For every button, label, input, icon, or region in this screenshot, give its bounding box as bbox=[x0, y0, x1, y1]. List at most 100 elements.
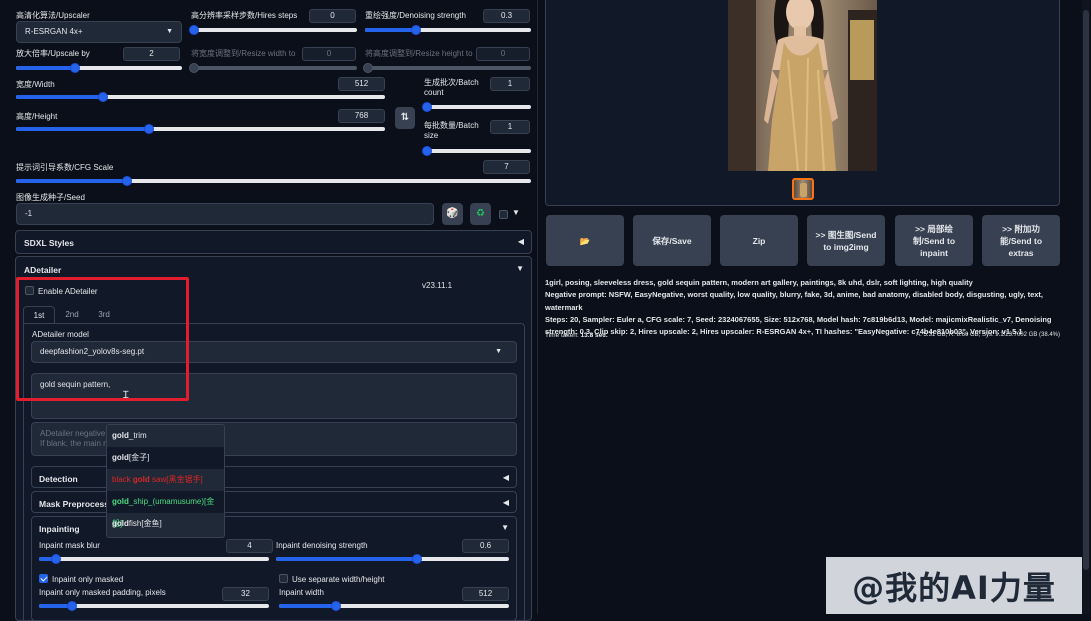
autocomplete-item[interactable]: goldfish[金鱼] bbox=[107, 513, 224, 535]
width-slider[interactable] bbox=[16, 92, 385, 102]
mask-blur-slider[interactable] bbox=[39, 554, 269, 564]
batch-count-label: 生成批次/Batch count bbox=[424, 78, 479, 97]
height-label: 高度/Height bbox=[16, 112, 58, 121]
padding-input[interactable]: 32 bbox=[222, 587, 269, 601]
chevron-down-icon[interactable]: ▼ bbox=[516, 264, 524, 273]
info-prompt: 1girl, posing, sleeveless dress, gold se… bbox=[545, 278, 973, 287]
separate-wh-checkbox[interactable] bbox=[279, 574, 288, 583]
hires-steps-input[interactable]: 0 bbox=[309, 9, 356, 23]
detection-title: Detection bbox=[39, 474, 78, 484]
cfg-input[interactable]: 7 bbox=[483, 160, 530, 174]
mask-blur-input[interactable]: 4 bbox=[226, 539, 273, 553]
generation-info: 1girl, posing, sleeveless dress, gold se… bbox=[545, 277, 1060, 338]
sdxl-styles-title: SDXL Styles bbox=[24, 238, 74, 248]
hires-steps-label: 高分辨率采样步数/Hires steps bbox=[191, 11, 298, 20]
padding-label: Inpaint only masked padding, pixels bbox=[39, 588, 166, 597]
resize-width-label: 将宽度调整到/Resize width to bbox=[191, 49, 296, 58]
extra-seed-toggle-icon[interactable]: ▼ bbox=[512, 208, 520, 217]
batch-count-input[interactable]: 1 bbox=[490, 77, 530, 91]
seed-value: -1 bbox=[25, 209, 33, 218]
upscale-by-slider[interactable] bbox=[16, 63, 182, 73]
inpaint-width-input[interactable]: 512 bbox=[462, 587, 509, 601]
watermark: @我的AI力量 bbox=[826, 557, 1082, 614]
padding-slider[interactable] bbox=[39, 601, 269, 611]
batch-size-label: 每批数量/Batch size bbox=[424, 121, 479, 140]
height-input[interactable]: 768 bbox=[338, 109, 385, 123]
open-folder-button[interactable]: 📂 bbox=[546, 215, 624, 266]
extra-seed-checkbox[interactable] bbox=[499, 210, 508, 219]
dice-icon: 🎲 bbox=[446, 208, 459, 219]
time-value: 13.8 sec. bbox=[580, 332, 608, 339]
mask-preprocessing-title: Mask Preprocessi bbox=[39, 499, 112, 509]
time-taken: Time taken: 13.8 sec. bbox=[545, 332, 608, 339]
chevron-down-icon: ▼ bbox=[166, 28, 173, 35]
column-divider bbox=[537, 0, 538, 614]
scrollbar-track[interactable] bbox=[1082, 0, 1090, 614]
separate-wh-label: Use separate width/height bbox=[292, 575, 385, 584]
autocomplete-item[interactable]: gold_trim bbox=[107, 425, 224, 447]
height-slider[interactable] bbox=[16, 124, 385, 134]
autocomplete-item[interactable]: gold_ship_(umamusume)[金船] bbox=[107, 491, 224, 528]
batch-count-slider[interactable] bbox=[422, 102, 531, 112]
chevron-left-icon: ◀ bbox=[502, 473, 509, 482]
inpaint-only-masked-checkbox[interactable] bbox=[39, 574, 48, 583]
zip-button[interactable]: Zip bbox=[720, 215, 798, 266]
width-label: 宽度/Width bbox=[16, 80, 55, 89]
denoise-slider[interactable] bbox=[365, 25, 531, 35]
hires-steps-slider[interactable] bbox=[189, 25, 357, 35]
send-extras-button[interactable]: >> 附加功能/Send to extras bbox=[982, 215, 1060, 266]
upscaler-label: 高清化算法/Upscaler bbox=[16, 11, 90, 20]
gallery-thumbnail[interactable] bbox=[792, 178, 814, 200]
info-negative: Negative prompt: NSFW, EasyNegative, wor… bbox=[545, 290, 1044, 312]
portrait-illustration bbox=[728, 0, 877, 171]
width-input[interactable]: 512 bbox=[338, 77, 385, 91]
cfg-label: 提示词引导系数/CFG Scale bbox=[16, 163, 114, 172]
adetailer-negative-textarea[interactable]: ADetailer negative pr If blank, the main… bbox=[31, 422, 517, 456]
swap-icon: ⇅ bbox=[400, 112, 410, 123]
resize-height-label: 将高度调整到/Resize height to bbox=[365, 49, 473, 58]
batch-size-input[interactable]: 1 bbox=[490, 120, 530, 134]
seed-label: 图像生成种子/Seed bbox=[16, 193, 85, 202]
upscaler-select[interactable]: R-ESRGAN 4x+ ▼ bbox=[16, 21, 182, 43]
adetailer-title: ADetailer bbox=[24, 265, 62, 275]
save-button[interactable]: 保存/Save bbox=[633, 215, 711, 266]
chevron-left-icon: ◀ bbox=[517, 237, 524, 246]
upscale-by-label: 放大倍率/Upscale by bbox=[16, 49, 90, 58]
inpaint-denoise-slider[interactable] bbox=[276, 554, 509, 564]
vram-stats: A: 5.31 GB, R: 8.60 GB, Sys: 9.1/23.7002… bbox=[916, 332, 1060, 338]
autocomplete-item[interactable]: black gold saw[黑金锯手] bbox=[107, 469, 224, 491]
send-inpaint-button[interactable]: >> 局部绘制/Send to inpaint bbox=[895, 215, 973, 266]
inpaint-denoise-input[interactable]: 0.6 bbox=[462, 539, 509, 553]
random-seed-button[interactable]: 🎲 bbox=[442, 203, 463, 225]
resize-height-input[interactable]: 0 bbox=[476, 47, 530, 61]
autocomplete-item[interactable]: gold[金子] bbox=[107, 447, 224, 469]
inpaint-width-slider[interactable] bbox=[279, 601, 509, 611]
seed-input[interactable]: -1 bbox=[16, 203, 434, 225]
resize-width-input[interactable]: 0 bbox=[302, 47, 356, 61]
swap-dimensions-button[interactable]: ⇅ bbox=[395, 107, 415, 129]
mask-preprocessing-accordion[interactable]: Mask Preprocessi ◀ bbox=[31, 491, 517, 513]
inpaint-denoise-label: Inpaint denoising strength bbox=[276, 541, 368, 550]
mask-blur-label: Inpaint mask blur bbox=[39, 541, 100, 550]
inpainting-title: Inpainting bbox=[39, 524, 80, 534]
resize-height-slider[interactable] bbox=[363, 63, 531, 73]
resize-width-slider[interactable] bbox=[189, 63, 357, 73]
denoise-label: 重绘强度/Denoising strength bbox=[365, 11, 466, 20]
scrollbar-thumb[interactable] bbox=[1083, 10, 1089, 570]
batch-size-slider[interactable] bbox=[422, 146, 531, 156]
generated-image[interactable] bbox=[728, 0, 877, 171]
send-img2img-button[interactable]: >> 图生图/Send to img2img bbox=[807, 215, 885, 266]
denoise-input[interactable]: 0.3 bbox=[483, 9, 530, 23]
highlight-box bbox=[16, 277, 189, 401]
upscale-by-input[interactable]: 2 bbox=[123, 47, 180, 61]
chevron-left-icon: ◀ bbox=[502, 498, 509, 507]
sdxl-styles-accordion[interactable]: SDXL Styles ◀ bbox=[15, 230, 532, 254]
folder-icon: 📂 bbox=[579, 235, 591, 246]
reuse-seed-button[interactable]: ♻ bbox=[470, 203, 491, 225]
detection-accordion[interactable]: Detection ◀ bbox=[31, 466, 517, 488]
recycle-icon: ♻ bbox=[476, 208, 485, 219]
cfg-slider[interactable] bbox=[16, 176, 531, 186]
chevron-down-icon[interactable]: ▼ bbox=[501, 523, 509, 532]
time-label: Time taken: bbox=[545, 332, 579, 339]
upscaler-value: R-ESRGAN 4x+ bbox=[25, 27, 83, 36]
